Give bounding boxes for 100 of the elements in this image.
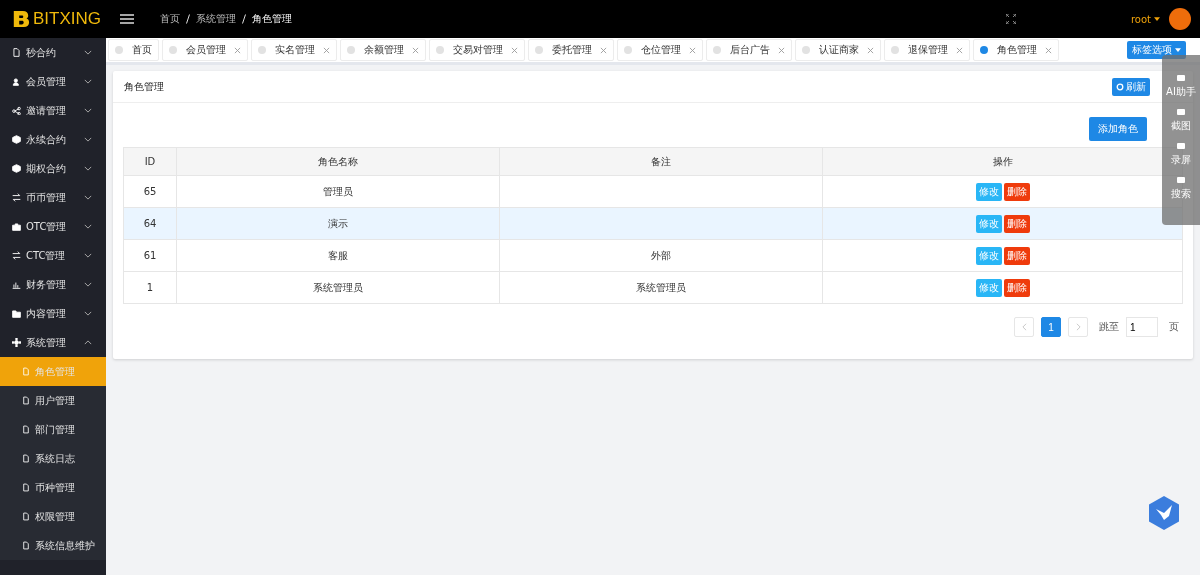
table-cell: 演示: [176, 207, 500, 240]
sidebar-subitem[interactable]: 系统日志: [0, 444, 106, 473]
sidebar-subitem[interactable]: 币种管理: [0, 473, 106, 502]
sidebar-item[interactable]: 秒合约: [0, 38, 106, 67]
tab-options-button[interactable]: 标签选项: [1127, 41, 1186, 59]
sidebar-item[interactable]: 会员管理: [0, 67, 106, 96]
tab[interactable]: 余额管理: [340, 39, 426, 61]
sidebar-subitem[interactable]: 用户管理: [0, 386, 106, 415]
file-icon: [22, 367, 30, 376]
close-icon[interactable]: [323, 46, 330, 54]
chevron-left-icon: [1021, 323, 1027, 331]
folder-icon: [12, 309, 21, 318]
status-dot-icon: [535, 46, 543, 54]
sidebar-item[interactable]: OTC管理: [0, 212, 106, 241]
delete-button[interactable]: 删除: [1003, 214, 1030, 233]
status-dot-icon: [436, 46, 444, 54]
tab[interactable]: 角色管理: [973, 39, 1059, 61]
tab[interactable]: 委托管理: [528, 39, 614, 61]
tool-icon[interactable]: [1176, 175, 1186, 185]
close-icon[interactable]: [689, 46, 696, 54]
close-icon[interactable]: [867, 46, 874, 54]
sidebar-subitem[interactable]: 部门管理: [0, 415, 106, 444]
chevron-icon: [84, 50, 92, 55]
chevron-icon: [84, 108, 92, 113]
close-icon[interactable]: [600, 46, 607, 54]
chevron-icon: [84, 340, 92, 345]
chevron-icon: [84, 224, 92, 229]
sidebar-item[interactable]: 邀请管理: [0, 96, 106, 125]
sidebar-item[interactable]: 内容管理: [0, 299, 106, 328]
refresh-icon: [1116, 82, 1124, 91]
sidebar-item[interactable]: 期权合约: [0, 154, 106, 183]
card-title: 角色管理: [124, 79, 164, 94]
previous-page-button[interactable]: [1014, 317, 1034, 337]
status-dot-icon: [891, 46, 899, 54]
sidebar-item[interactable]: 永续合约: [0, 125, 106, 154]
next-page-button[interactable]: [1068, 317, 1088, 337]
page-button[interactable]: 1: [1041, 317, 1061, 337]
delete-button[interactable]: 删除: [1003, 182, 1030, 201]
avatar[interactable]: [1169, 8, 1191, 30]
breadcrumb-link[interactable]: 系统管理: [196, 12, 236, 26]
close-icon[interactable]: [956, 46, 963, 54]
tab[interactable]: 实名管理: [251, 39, 337, 61]
tool-icon[interactable]: [1176, 73, 1186, 83]
table-row[interactable]: 1 系统管理员 系统管理员 修改 删除: [123, 271, 1183, 304]
caret-icon: [1175, 48, 1181, 52]
sidebar-item[interactable]: 币币管理: [0, 183, 106, 212]
chevron-icon: [84, 166, 92, 171]
cube-icon: [12, 135, 21, 144]
table-cell: 系统管理员: [499, 271, 823, 304]
table-row[interactable]: 61 客服 外部 修改 删除: [123, 239, 1183, 272]
tab[interactable]: 认证商家: [795, 39, 881, 61]
file-icon: [22, 425, 30, 434]
sidebar-item[interactable]: 财务管理: [0, 270, 106, 299]
chevron-icon: [84, 137, 92, 142]
breadcrumb-link[interactable]: 首页: [160, 12, 180, 26]
slash-icon: [242, 14, 246, 24]
delete-button[interactable]: 删除: [1003, 278, 1030, 297]
user-menu[interactable]: root: [1130, 13, 1151, 25]
users-icon: [12, 77, 21, 86]
table-row[interactable]: 64 演示 修改 删除: [123, 207, 1183, 240]
sidebar-subitem[interactable]: 系统信息维护: [0, 531, 106, 560]
close-icon[interactable]: [412, 46, 419, 54]
close-icon[interactable]: [778, 46, 785, 54]
tool-icon[interactable]: [1176, 107, 1186, 117]
tab[interactable]: 会员管理: [162, 39, 248, 61]
page-input[interactable]: 1: [1126, 317, 1158, 337]
close-icon[interactable]: [234, 46, 241, 54]
status-dot-icon: [115, 46, 123, 54]
status-dot-icon: [713, 46, 721, 54]
arrows-icon: [12, 193, 21, 202]
tool-icon[interactable]: [1176, 141, 1186, 151]
close-icon[interactable]: [1045, 46, 1052, 54]
tab[interactable]: 交易对管理: [429, 39, 525, 61]
briefcase-icon: [12, 222, 21, 231]
close-icon[interactable]: [511, 46, 518, 54]
tab[interactable]: 后台广告: [706, 39, 792, 61]
menu-icon[interactable]: [120, 14, 134, 24]
tab[interactable]: 退保管理: [884, 39, 970, 61]
share-icon: [12, 106, 21, 115]
file-icon: [22, 396, 30, 405]
sidebar-subitem[interactable]: 权限管理: [0, 502, 106, 531]
sidebar-item[interactable]: CTC管理: [0, 241, 106, 270]
sidebar-item[interactable]: 系统管理: [0, 328, 106, 357]
chevron-icon: [84, 195, 92, 200]
tab[interactable]: 首页: [108, 39, 159, 61]
fullscreen-icon[interactable]: [1005, 14, 1016, 24]
column-header: 角色名称: [176, 147, 500, 176]
refresh-button[interactable]: 刷新: [1112, 77, 1150, 96]
file-icon: [22, 512, 30, 521]
file-icon: [22, 483, 30, 492]
chevron-icon: [84, 282, 92, 287]
delete-button[interactable]: 删除: [1003, 246, 1030, 265]
status-dot-icon: [980, 46, 988, 54]
add-role-button[interactable]: 添加角色: [1089, 117, 1147, 141]
table-cell: 64: [123, 207, 177, 240]
jump-label: 跳至: [1099, 320, 1119, 334]
tab[interactable]: 仓位管理: [617, 39, 703, 61]
bird-logo-icon[interactable]: [1147, 495, 1181, 531]
table-cell: 61: [123, 239, 177, 272]
breadcrumb-link[interactable]: 角色管理: [252, 12, 292, 26]
